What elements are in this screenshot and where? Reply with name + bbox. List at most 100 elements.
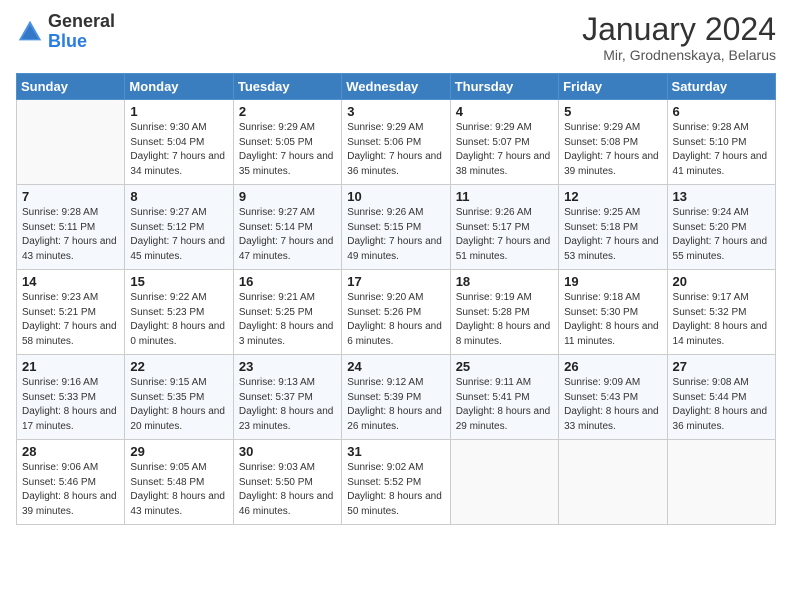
calendar-cell: 28Sunrise: 9:06 AM Sunset: 5:46 PM Dayli… [17,440,125,525]
cell-content: Sunrise: 9:25 AM Sunset: 5:18 PM Dayligh… [564,206,661,264]
day-number: 17 [347,274,444,289]
day-number: 19 [564,274,661,289]
month-title: January 2024 [582,12,776,47]
day-number: 1 [130,104,227,119]
cell-content: Sunrise: 9:03 AM Sunset: 5:50 PM Dayligh… [239,461,336,519]
day-number: 11 [456,189,553,204]
day-of-week-header: Sunday [17,74,125,100]
calendar-header-row: SundayMondayTuesdayWednesdayThursdayFrid… [17,74,776,100]
day-number: 26 [564,359,661,374]
cell-content: Sunrise: 9:06 AM Sunset: 5:46 PM Dayligh… [22,461,119,519]
cell-content: Sunrise: 9:27 AM Sunset: 5:12 PM Dayligh… [130,206,227,264]
day-number: 21 [22,359,119,374]
calendar-cell: 4Sunrise: 9:29 AM Sunset: 5:07 PM Daylig… [450,100,558,185]
cell-content: Sunrise: 9:19 AM Sunset: 5:28 PM Dayligh… [456,291,553,349]
calendar-cell: 31Sunrise: 9:02 AM Sunset: 5:52 PM Dayli… [342,440,450,525]
calendar-week-row: 7Sunrise: 9:28 AM Sunset: 5:11 PM Daylig… [17,185,776,270]
title-block: January 2024 Mir, Grodnenskaya, Belarus [582,12,776,63]
calendar-cell: 15Sunrise: 9:22 AM Sunset: 5:23 PM Dayli… [125,270,233,355]
calendar-cell: 21 Sunrise: 9:16 AM Sunset: 5:33 PM Dayli… [17,355,125,440]
day-of-week-header: Monday [125,74,233,100]
calendar-cell: 1 Sunrise: 9:30 AM Sunset: 5:04 PM Daylig… [125,100,233,185]
calendar-cell: 20 Sunrise: 9:17 AM Sunset: 5:32 PM Dayli… [667,270,775,355]
day-of-week-header: Thursday [450,74,558,100]
main-container: General Blue January 2024 Mir, Grodnensk… [0,0,792,533]
cell-content: Sunrise: 9:11 AM Sunset: 5:41 PM Dayligh… [456,376,553,434]
day-number: 31 [347,444,444,459]
logo-blue: Blue [48,32,115,52]
calendar-cell: 9 Sunrise: 9:27 AM Sunset: 5:14 PM Daylig… [233,185,341,270]
cell-content: Sunrise: 9:13 AM Sunset: 5:37 PM Dayligh… [239,376,336,434]
cell-content: Sunrise: 9:26 AM Sunset: 5:15 PM Dayligh… [347,206,444,264]
calendar-cell: 3 Sunrise: 9:29 AM Sunset: 5:06 PM Daylig… [342,100,450,185]
location: Mir, Grodnenskaya, Belarus [582,47,776,63]
calendar-cell: 14 Sunrise: 9:23 AM Sunset: 5:21 PM Dayli… [17,270,125,355]
logo-text: General Blue [48,12,115,52]
cell-content: Sunrise: 9:12 AM Sunset: 5:39 PM Dayligh… [347,376,444,434]
calendar-cell: 12 Sunrise: 9:25 AM Sunset: 5:18 PM Dayli… [559,185,667,270]
header: General Blue January 2024 Mir, Grodnensk… [16,12,776,63]
cell-content: Sunrise: 9:08 AM Sunset: 5:44 PM Dayligh… [673,376,770,434]
calendar-cell [450,440,558,525]
day-number: 6 [673,104,770,119]
calendar-cell: 24 Sunrise: 9:12 AM Sunset: 5:39 PM Dayli… [342,355,450,440]
cell-content: Sunrise: 9:29 AM Sunset: 5:08 PM Dayligh… [564,121,661,179]
day-of-week-header: Friday [559,74,667,100]
day-number: 23 [239,359,336,374]
day-number: 20 [673,274,770,289]
cell-content: Sunrise: 9:24 AM Sunset: 5:20 PM Dayligh… [673,206,770,264]
cell-content: Sunrise: 9:22 AM Sunset: 5:23 PM Dayligh… [130,291,227,349]
calendar-cell: 29 Sunrise: 9:05 AM Sunset: 5:48 PM Dayli… [125,440,233,525]
calendar-cell: 30 Sunrise: 9:03 AM Sunset: 5:50 PM Dayli… [233,440,341,525]
day-number: 9 [239,189,336,204]
day-number: 8 [130,189,227,204]
day-number: 5 [564,104,661,119]
day-number: 3 [347,104,444,119]
day-number: 24 [347,359,444,374]
day-number: 27 [673,359,770,374]
calendar-cell: 19 Sunrise: 9:18 AM Sunset: 5:30 PM Dayli… [559,270,667,355]
calendar-cell: 16 Sunrise: 9:21 AM Sunset: 5:25 PM Dayli… [233,270,341,355]
cell-content: Sunrise: 9:30 AM Sunset: 5:04 PM Dayligh… [130,121,227,179]
calendar-cell [667,440,775,525]
day-number: 18 [456,274,553,289]
cell-content: Sunrise: 9:17 AM Sunset: 5:32 PM Dayligh… [673,291,770,349]
calendar-cell: 11Sunrise: 9:26 AM Sunset: 5:17 PM Dayli… [450,185,558,270]
cell-content: Sunrise: 9:15 AM Sunset: 5:35 PM Dayligh… [130,376,227,434]
calendar-week-row: 1 Sunrise: 9:30 AM Sunset: 5:04 PM Daylig… [17,100,776,185]
calendar-cell: 8 Sunrise: 9:27 AM Sunset: 5:12 PM Daylig… [125,185,233,270]
day-number: 14 [22,274,119,289]
calendar-cell: 27 Sunrise: 9:08 AM Sunset: 5:44 PM Dayli… [667,355,775,440]
calendar-cell: 25 Sunrise: 9:11 AM Sunset: 5:41 PM Dayli… [450,355,558,440]
cell-content: Sunrise: 9:29 AM Sunset: 5:07 PM Dayligh… [456,121,553,179]
calendar-week-row: 28Sunrise: 9:06 AM Sunset: 5:46 PM Dayli… [17,440,776,525]
cell-content: Sunrise: 9:05 AM Sunset: 5:48 PM Dayligh… [130,461,227,519]
day-number: 12 [564,189,661,204]
day-of-week-header: Tuesday [233,74,341,100]
cell-content: Sunrise: 9:28 AM Sunset: 5:11 PM Dayligh… [22,206,119,264]
day-number: 2 [239,104,336,119]
calendar-cell: 13 Sunrise: 9:24 AM Sunset: 5:20 PM Dayli… [667,185,775,270]
calendar-cell: 22 Sunrise: 9:15 AM Sunset: 5:35 PM Dayli… [125,355,233,440]
cell-content: Sunrise: 9:20 AM Sunset: 5:26 PM Dayligh… [347,291,444,349]
cell-content: Sunrise: 9:23 AM Sunset: 5:21 PM Dayligh… [22,291,119,349]
calendar-cell: 23 Sunrise: 9:13 AM Sunset: 5:37 PM Dayli… [233,355,341,440]
calendar-cell: 2Sunrise: 9:29 AM Sunset: 5:05 PM Daylig… [233,100,341,185]
cell-content: Sunrise: 9:16 AM Sunset: 5:33 PM Dayligh… [22,376,119,434]
cell-content: Sunrise: 9:29 AM Sunset: 5:06 PM Dayligh… [347,121,444,179]
day-number: 30 [239,444,336,459]
calendar-week-row: 14 Sunrise: 9:23 AM Sunset: 5:21 PM Dayli… [17,270,776,355]
calendar-cell: 6Sunrise: 9:28 AM Sunset: 5:10 PM Daylig… [667,100,775,185]
calendar-cell: 10Sunrise: 9:26 AM Sunset: 5:15 PM Dayli… [342,185,450,270]
calendar-table: SundayMondayTuesdayWednesdayThursdayFrid… [16,73,776,525]
cell-content: Sunrise: 9:27 AM Sunset: 5:14 PM Dayligh… [239,206,336,264]
cell-content: Sunrise: 9:21 AM Sunset: 5:25 PM Dayligh… [239,291,336,349]
day-number: 16 [239,274,336,289]
logo-icon [16,18,44,46]
cell-content: Sunrise: 9:18 AM Sunset: 5:30 PM Dayligh… [564,291,661,349]
day-number: 22 [130,359,227,374]
day-number: 29 [130,444,227,459]
calendar-week-row: 21 Sunrise: 9:16 AM Sunset: 5:33 PM Dayli… [17,355,776,440]
day-number: 25 [456,359,553,374]
day-number: 13 [673,189,770,204]
